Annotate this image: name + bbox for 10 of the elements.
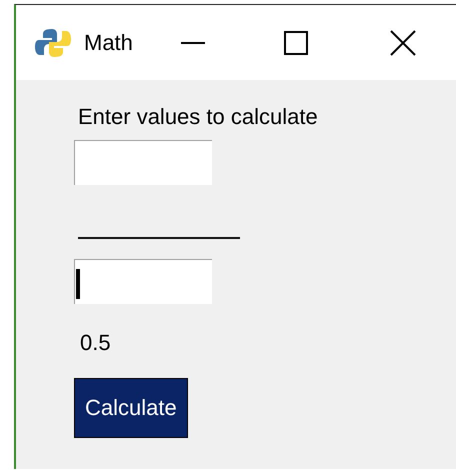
- window-title: Math: [84, 29, 133, 57]
- minimize-icon: [180, 40, 205, 44]
- input-field[interactable]: [74, 140, 212, 185]
- input-field[interactable]: [74, 259, 212, 304]
- python-logo-icon: [35, 26, 71, 58]
- calculate-button[interactable]: Calculate: [74, 378, 188, 438]
- maximize-icon: [284, 30, 308, 54]
- result-label: 0.5: [80, 329, 112, 357]
- close-icon: [390, 30, 416, 56]
- prompt-label: Enter values to calculate: [78, 103, 319, 131]
